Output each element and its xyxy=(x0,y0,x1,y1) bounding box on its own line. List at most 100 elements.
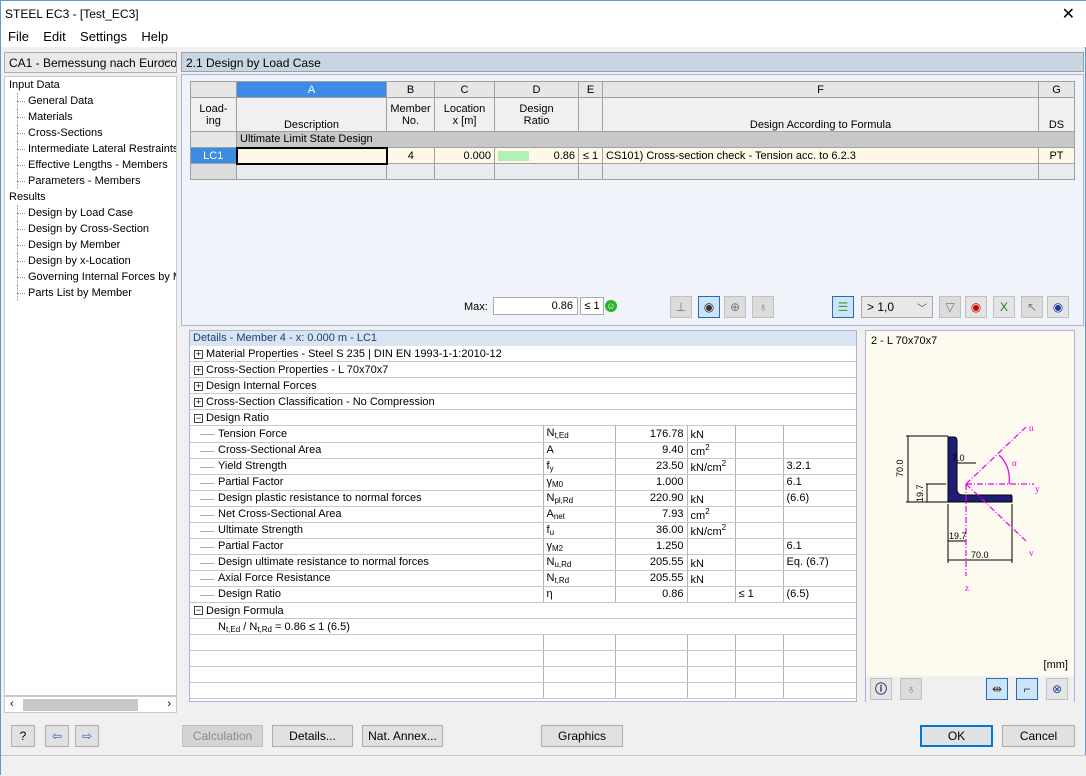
cancel-button[interactable]: Cancel xyxy=(1002,725,1075,747)
param-name: Design plastic resistance to normal forc… xyxy=(190,490,544,507)
dimension-button[interactable]: ⇹ xyxy=(986,678,1008,700)
axes-button[interactable]: ⌐ xyxy=(1016,678,1038,700)
section-view-button[interactable]: ⊥ xyxy=(670,296,692,318)
nav-item-lateral-restraints[interactable]: Intermediate Lateral Restraints xyxy=(5,141,176,157)
expand-icon[interactable]: + xyxy=(194,381,203,391)
nav-horizontal-scrollbar[interactable]: ‹ › xyxy=(4,696,177,713)
nav-item-design-by-member[interactable]: Design by Member xyxy=(5,237,176,253)
info-button[interactable]: ⓘ xyxy=(870,678,892,700)
col-letter-b[interactable]: B xyxy=(386,81,435,98)
cell-ds[interactable]: PT xyxy=(1038,147,1075,164)
chevron-down-icon: ﹀ xyxy=(162,60,172,71)
symbol: η xyxy=(546,587,553,600)
details-section-material[interactable]: + Material Properties - Steel S 235 | DIN… xyxy=(190,346,856,362)
param-ref: 6.1 xyxy=(783,538,857,555)
cell-loading[interactable]: LC1 xyxy=(190,147,237,164)
expand-icon[interactable]: + xyxy=(194,397,203,407)
cell-description[interactable] xyxy=(235,146,388,165)
param-le xyxy=(735,538,784,555)
col-letter-f[interactable]: F xyxy=(602,81,1039,98)
ok-button[interactable]: OK xyxy=(920,725,993,747)
empty-cell xyxy=(783,634,857,651)
details-section-cross-section[interactable]: + Cross-Section Properties - L 70x70x7 xyxy=(190,362,856,378)
nav-group-input-data[interactable]: Input Data xyxy=(5,77,176,93)
ratio-filter-select[interactable]: > 1,0 ﹀ xyxy=(861,296,933,318)
graphics-button[interactable]: Graphics xyxy=(541,725,623,747)
select-button[interactable]: ↖ xyxy=(1021,296,1043,318)
nav-item-design-by-load-case[interactable]: Design by Load Case xyxy=(5,205,176,221)
group-label: Ultimate Limit State Design xyxy=(236,131,1075,148)
case-selector[interactable]: CA1 - Bemessung nach Eurocod ﹀ xyxy=(4,52,177,73)
cell-member[interactable]: 4 xyxy=(386,147,435,164)
cell-location[interactable]: 0.000 xyxy=(434,147,495,164)
axis-label-v: v xyxy=(1029,548,1034,558)
excel-export-button[interactable]: X xyxy=(993,296,1015,318)
empty-cell xyxy=(687,634,736,651)
nav-item-parts-list[interactable]: Parts List by Member xyxy=(5,285,176,301)
cell-formula[interactable]: CS101) Cross-section check - Tension acc… xyxy=(602,147,1039,164)
support-view-button[interactable]: ⊕ xyxy=(724,296,746,318)
max-label: Max: xyxy=(464,301,488,313)
nat-annex-button[interactable]: Nat. Annex... xyxy=(362,725,443,747)
param-le: ≤ 1 xyxy=(735,586,784,603)
table-row[interactable]: LC1 4 0.000 0.86 ≤ 1 CS101) Cross-sectio… xyxy=(190,146,1075,165)
param-name: Partial Factor xyxy=(190,538,544,555)
col-letter-d[interactable]: D xyxy=(494,81,579,98)
col-letter-e[interactable]: E xyxy=(578,81,603,98)
menu-help[interactable]: Help xyxy=(137,27,172,46)
expand-icon[interactable]: + xyxy=(194,349,203,359)
member-view-button[interactable]: ◉ xyxy=(698,296,720,318)
color-scale-button[interactable]: ◉ xyxy=(965,296,987,318)
details-section-design-ratio[interactable]: − Design Ratio xyxy=(190,410,856,426)
max-value: 0.86 xyxy=(493,297,578,315)
scroll-right-icon[interactable]: › xyxy=(167,698,171,710)
menu-file[interactable]: File xyxy=(4,27,33,46)
scrollbar-thumb[interactable] xyxy=(23,699,138,711)
nav-item-governing-forces[interactable]: Governing Internal Forces by M xyxy=(5,269,176,285)
param-le xyxy=(735,570,784,587)
nav-item-design-by-x-location[interactable]: Design by x-Location xyxy=(5,253,176,269)
unit-sup: 2 xyxy=(705,506,710,516)
param-le xyxy=(735,490,784,507)
menu-settings[interactable]: Settings xyxy=(76,27,131,46)
filter-button[interactable]: ▽ xyxy=(939,296,961,318)
import-button[interactable]: ⇦ xyxy=(45,725,69,747)
graphic-toolbar: ⓘ ♁ ⇹ ⌐ ⊗ xyxy=(866,676,1074,702)
export-button[interactable]: ⇨ xyxy=(75,725,99,747)
menu-edit[interactable]: Edit xyxy=(39,27,69,46)
empty-cell xyxy=(386,163,435,180)
section-label: Material Properties - Steel S 235 | DIN … xyxy=(206,348,502,360)
nav-item-materials[interactable]: Materials xyxy=(5,109,176,125)
nav-item-effective-lengths[interactable]: Effective Lengths - Members xyxy=(5,157,176,173)
collapse-icon[interactable]: − xyxy=(194,413,203,423)
empty-cell xyxy=(783,666,857,683)
details-section-classification[interactable]: + Cross-Section Classification - No Compr… xyxy=(190,394,856,410)
reset-view-button[interactable]: ⊗ xyxy=(1046,678,1068,700)
col-letter-g[interactable]: G xyxy=(1038,81,1075,98)
view-button[interactable]: ◉ xyxy=(1047,296,1069,318)
color-view-button[interactable]: ♁ xyxy=(752,296,774,318)
color-button[interactable]: ♁ xyxy=(900,678,922,700)
nav-group-results[interactable]: Results xyxy=(5,189,176,205)
ratio-bars-button[interactable]: ☰ xyxy=(832,296,854,318)
calculation-button[interactable]: Calculation xyxy=(182,725,263,747)
close-icon[interactable]: ✕ xyxy=(1062,4,1075,24)
param-unit xyxy=(687,538,736,555)
nav-item-general-data[interactable]: General Data xyxy=(5,93,176,109)
scroll-left-icon[interactable]: ‹ xyxy=(10,698,14,710)
help-button[interactable]: ? xyxy=(11,725,35,747)
param-ref: 6.1 xyxy=(783,474,857,491)
nav-item-parameters[interactable]: Parameters - Members xyxy=(5,173,176,189)
param-ref xyxy=(783,442,857,459)
unit-sup: 2 xyxy=(721,458,727,468)
col-letter-a[interactable]: A xyxy=(236,81,387,98)
expand-icon[interactable]: + xyxy=(194,365,203,375)
details-section-design-formula[interactable]: − Design Formula xyxy=(190,603,856,619)
details-button[interactable]: Details... xyxy=(272,725,353,747)
collapse-icon[interactable]: − xyxy=(194,606,203,616)
cell-ratio[interactable]: 0.86 xyxy=(494,147,579,164)
col-letter-c[interactable]: C xyxy=(434,81,495,98)
details-section-internal-forces[interactable]: + Design Internal Forces xyxy=(190,378,856,394)
nav-item-cross-sections[interactable]: Cross-Sections xyxy=(5,125,176,141)
nav-item-design-by-cross-section[interactable]: Design by Cross-Section xyxy=(5,221,176,237)
